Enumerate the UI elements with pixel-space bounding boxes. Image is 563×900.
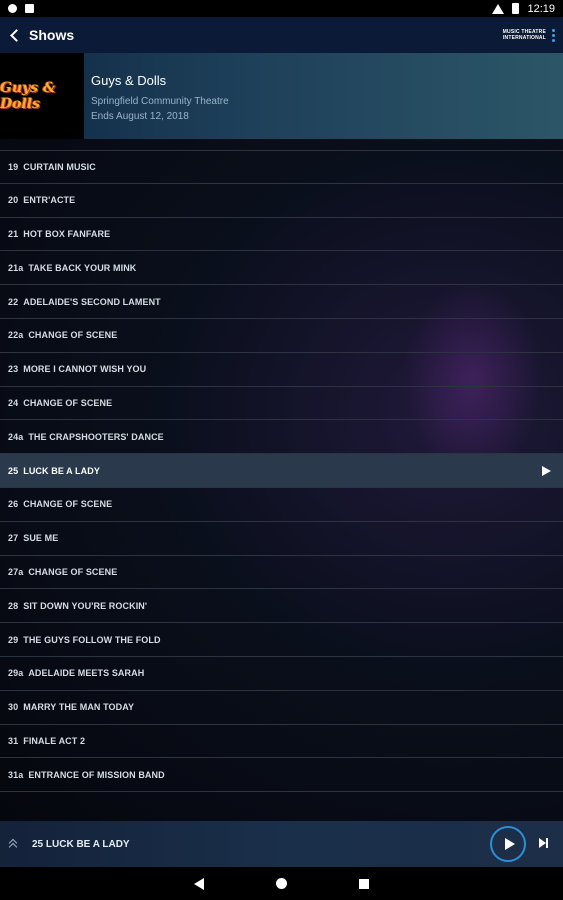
track-row[interactable]: 31a ENTRANCE OF MISSION BAND	[0, 758, 563, 793]
track-number: 19	[8, 161, 19, 172]
track-title: CURTAIN MUSIC	[23, 161, 96, 172]
track-title: CHANGE OF SCENE	[23, 397, 113, 408]
show-dates: Ends August 12, 2018	[91, 111, 189, 122]
track-title: ENTRANCE OF MISSION BAND	[28, 769, 165, 780]
track-title: FINALE ACT 2	[23, 735, 86, 746]
battery-icon	[512, 3, 520, 14]
track-title: LUCK BE A LADY	[23, 465, 100, 476]
track-title: THE GUYS FOLLOW THE FOLD	[23, 634, 161, 645]
track-row[interactable]: 29 THE GUYS FOLLOW THE FOLD	[0, 623, 563, 657]
track-title: ENTR'ACTE	[23, 195, 76, 206]
track-number: 27	[8, 533, 19, 544]
track-row[interactable]: 21 HOT BOX FANFARE	[0, 218, 563, 252]
track-number: 24a	[8, 431, 24, 442]
track-number: 29a	[8, 668, 24, 679]
track-number: 31a	[8, 769, 24, 780]
track-row[interactable]: 22a CHANGE OF SCENE	[0, 319, 563, 353]
track-title: SUE ME	[23, 533, 59, 544]
now-playing-title: 25 LUCK BE A LADY	[32, 838, 130, 850]
track-row[interactable]: 31 FINALE ACT 2	[0, 725, 563, 759]
track-row[interactable]: 28 SIT DOWN YOU'RE ROCKIN'	[0, 589, 563, 624]
track-title: CHANGE OF SCENE	[28, 330, 118, 341]
skip-next-icon	[539, 838, 546, 848]
show-logo-text: Guys & Dolls	[0, 80, 56, 112]
brand-logo: MUSIC THEATRE INTERNATIONAL	[502, 28, 555, 42]
show-logo: Guys & Dolls	[0, 53, 84, 139]
track-title: MORE I CANNOT WISH YOU	[23, 364, 147, 375]
track-title: HOT BOX FANFARE	[23, 228, 111, 239]
track-title: TAKE BACK YOUR MINK	[28, 262, 137, 273]
track-row[interactable]: 27a CHANGE OF SCENE	[0, 556, 563, 590]
track-play-icon[interactable]	[542, 465, 551, 476]
track-number: 23	[8, 364, 19, 375]
track-row[interactable]: 30 MARRY THE MAN TODAY	[0, 691, 563, 725]
track-number: 21	[8, 228, 19, 239]
track-title: ADELAIDE'S SECOND LAMENT	[23, 296, 161, 307]
player-bar: 25 LUCK BE A LADY	[0, 821, 563, 867]
track-row[interactable]: 27 SUE ME	[0, 522, 563, 556]
track-title: MARRY THE MAN TODAY	[23, 702, 135, 713]
app-notification-icon	[25, 4, 34, 13]
track-title: THE CRAPSHOOTERS' DANCE	[28, 431, 164, 442]
track-number: 22a	[8, 330, 24, 341]
status-time: 12:19	[527, 2, 555, 15]
track-number: 27a	[8, 566, 24, 577]
overflow-menu-icon[interactable]	[552, 28, 555, 42]
track-row[interactable]: 25 LUCK BE A LADY	[0, 454, 563, 488]
track-number: 31	[8, 735, 19, 746]
track-title: ADELAIDE MEETS SARAH	[28, 668, 145, 679]
track-row[interactable]: 22 ADELAIDE'S SECOND LAMENT	[0, 285, 563, 319]
track-row[interactable]: 20 ENTR'ACTE	[0, 184, 563, 218]
track-list: 19 CURTAIN MUSIC 20 ENTR'ACTE 21 HOT BOX FANF…	[0, 150, 563, 793]
back-arrow-icon[interactable]	[10, 28, 23, 42]
show-venue: Springfield Community Theatre	[91, 96, 229, 107]
track-number: 21a	[8, 262, 24, 273]
app-bar: Shows MUSIC THEATRE INTERNATIONAL	[0, 17, 563, 53]
track-row[interactable]: 29a ADELAIDE MEETS SARAH	[0, 657, 563, 691]
track-title: SIT DOWN YOU'RE ROCKIN'	[23, 600, 148, 611]
track-area: 19 CURTAIN MUSIC 20 ENTR'ACTE 21 HOT BOX FANF…	[0, 139, 563, 821]
play-icon	[504, 838, 515, 850]
play-button[interactable]	[490, 826, 526, 862]
status-bar: 12:19	[0, 0, 563, 17]
track-row[interactable]: 24 CHANGE OF SCENE	[0, 387, 563, 421]
track-number: 26	[8, 499, 19, 510]
page-title: Shows	[29, 27, 75, 43]
track-title: CHANGE OF SCENE	[28, 566, 118, 577]
track-title: CHANGE OF SCENE	[23, 499, 113, 510]
track-row[interactable]: 26 CHANGE OF SCENE	[0, 488, 563, 522]
system-nav-bar	[0, 867, 563, 900]
expand-up-icon[interactable]	[8, 839, 18, 849]
track-row[interactable]: 19 CURTAIN MUSIC	[0, 150, 563, 184]
track-number: 20	[8, 195, 19, 206]
nav-home-icon[interactable]	[276, 878, 287, 889]
show-title: Guys & Dolls	[91, 73, 167, 88]
track-number: 22	[8, 296, 19, 307]
track-number: 25	[8, 465, 19, 476]
nav-recents-icon[interactable]	[359, 878, 369, 889]
brand-line-2: INTERNATIONAL	[502, 35, 546, 41]
wifi-icon	[492, 3, 505, 14]
track-number: 24	[8, 397, 19, 408]
track-row[interactable]: 23 MORE I CANNOT WISH YOU	[0, 353, 563, 387]
track-row[interactable]: 24a THE CRAPSHOOTERS' DANCE	[0, 420, 563, 455]
next-track-button[interactable]	[539, 838, 548, 848]
show-header: Guys & Dolls Guys & Dolls Springfield Co…	[0, 53, 563, 139]
notification-icon	[8, 4, 17, 13]
track-number: 29	[8, 634, 19, 645]
track-number: 28	[8, 600, 19, 611]
track-row[interactable]: 21a TAKE BACK YOUR MINK	[0, 251, 563, 286]
track-number: 30	[8, 702, 19, 713]
nav-back-icon[interactable]	[194, 877, 204, 890]
